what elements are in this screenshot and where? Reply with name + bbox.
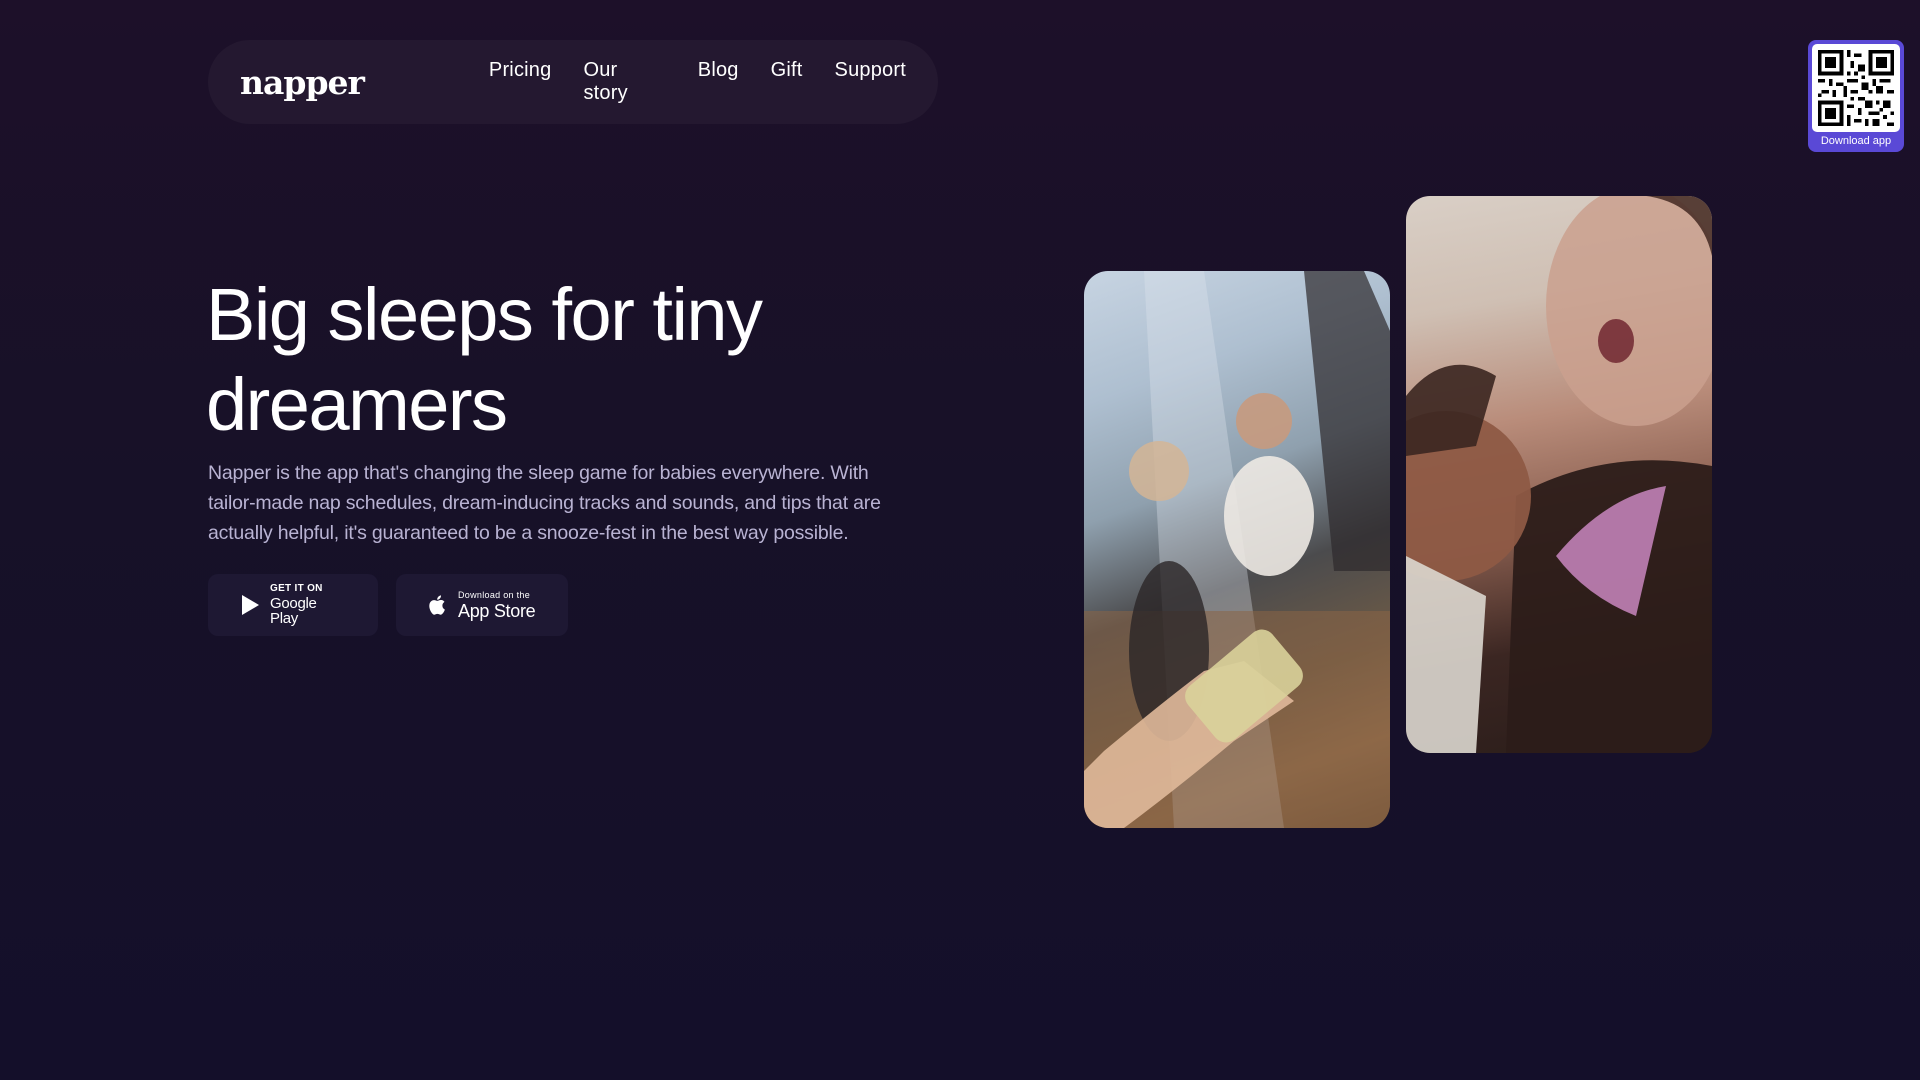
- download-app-qr-badge[interactable]: Download app: [1808, 40, 1904, 152]
- play-store-icon: [238, 593, 262, 617]
- app-store-label: App Store: [458, 600, 536, 621]
- google-play-small-label: GET IT ON: [270, 583, 323, 594]
- nav-link-blog[interactable]: Blog: [698, 59, 739, 105]
- google-play-text: GET IT ON Google Play: [270, 583, 348, 627]
- app-store-small-label: Download on the: [458, 589, 531, 600]
- app-store-button[interactable]: Download on the App Store: [396, 574, 568, 636]
- google-play-label: Google Play: [270, 595, 317, 627]
- napper-logo[interactable]: napper: [240, 63, 365, 102]
- hero-description: Napper is the app that's changing the sl…: [208, 462, 881, 544]
- page: napper Pricing Our story Blog Gift Suppo…: [0, 0, 1920, 1080]
- nav-link-pricing[interactable]: Pricing: [489, 59, 552, 105]
- hero-title: Big sleeps for tiny dreamers: [206, 270, 906, 450]
- top-navigation: napper Pricing Our story Blog Gift Suppo…: [208, 40, 938, 124]
- hero-title-line-1: Big sleeps for tiny: [206, 273, 763, 356]
- hero-photo-mother-singing-with-baby: [1406, 196, 1712, 753]
- apple-icon: [426, 593, 450, 617]
- qr-code-icon: [1812, 44, 1900, 132]
- qr-caption: Download app: [1820, 135, 1892, 147]
- hero-photo-mother-and-baby-at-window: [1084, 271, 1390, 828]
- nav-link-support[interactable]: Support: [835, 59, 906, 105]
- nav-link-gift[interactable]: Gift: [771, 59, 803, 105]
- nav-links: Pricing Our story Blog Gift Support: [489, 59, 906, 105]
- app-store-text: Download on the App Store: [458, 589, 536, 621]
- hero-title-line-2: dreamers: [206, 363, 508, 446]
- nav-link-our-story[interactable]: Our story: [583, 59, 665, 105]
- google-play-button[interactable]: GET IT ON Google Play: [208, 574, 378, 636]
